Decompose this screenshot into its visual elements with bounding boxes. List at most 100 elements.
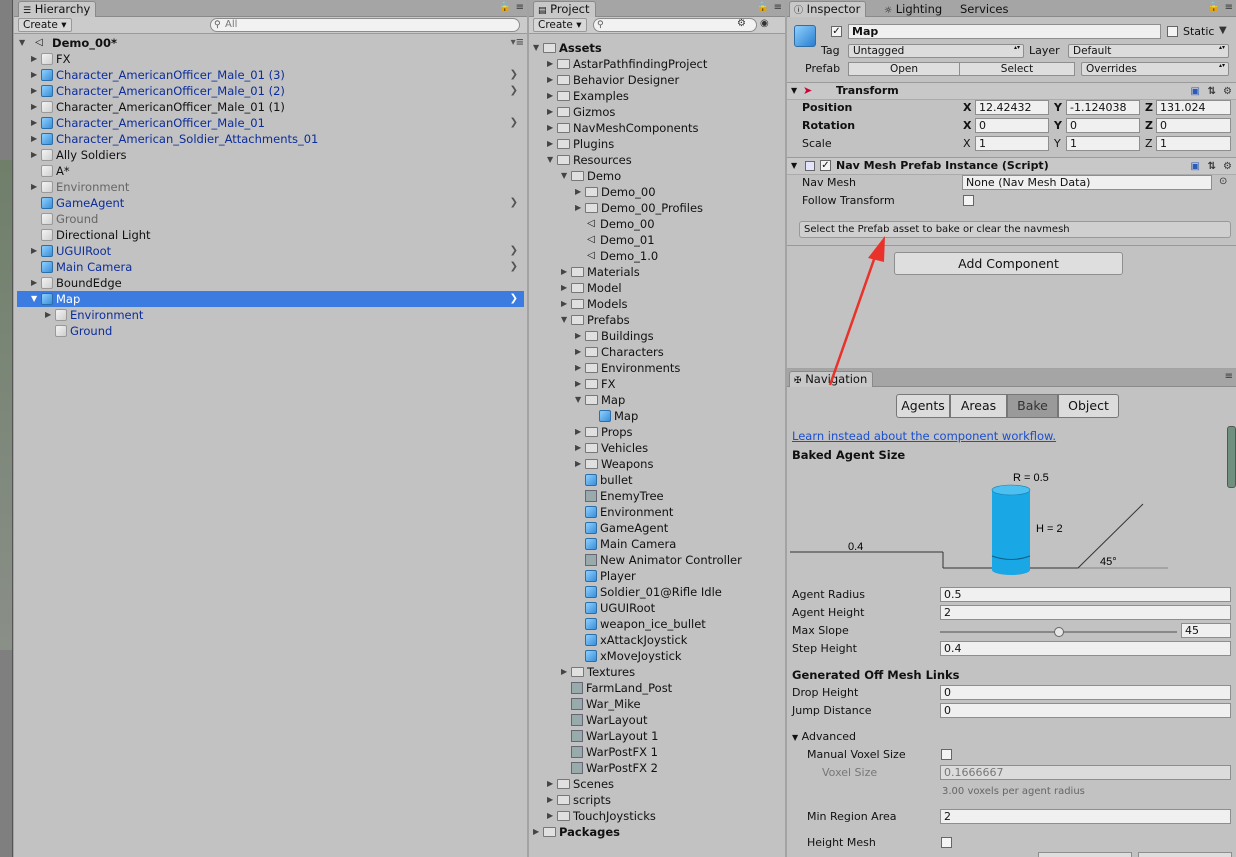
expand-triangle-icon[interactable]: ▶ — [575, 328, 585, 344]
hierarchy-item[interactable]: ▶ Character_AmericanOfficer_Male_01 (2) ❯ — [17, 83, 524, 99]
navigation-tab[interactable]: ✠ Navigation — [789, 371, 874, 387]
expand-triangle-icon[interactable]: ▼ — [575, 392, 585, 408]
collapse-triangle-icon[interactable]: ▼ — [791, 83, 797, 99]
hierarchy-item[interactable]: ▶ Character_AmericanOfficer_Male_01 (3) ❯ — [17, 67, 524, 83]
hierarchy-item[interactable]: ▶ Character_AmericanOfficer_Male_01 (1) — [17, 99, 524, 115]
menu-icon[interactable]: ≡ — [774, 2, 782, 13]
transform-header[interactable]: ▼ ➤ Transform ▣ ⇅ ⚙ — [787, 82, 1236, 100]
hierarchy-item[interactable]: ▶ Environment — [17, 179, 524, 195]
project-item[interactable]: ▶ Plugins — [533, 136, 614, 152]
expand-triangle-icon[interactable]: ▶ — [575, 200, 585, 216]
expand-triangle-icon[interactable]: ▼ — [19, 35, 29, 51]
expand-triangle-icon[interactable]: ▶ — [31, 67, 41, 83]
static-checkbox[interactable] — [1167, 26, 1178, 37]
expand-triangle-icon[interactable]: ▶ — [575, 456, 585, 472]
project-item[interactable]: ▶ Demo_00 — [533, 184, 656, 200]
hierarchy-item[interactable]: ▶ Environment — [17, 307, 524, 323]
project-item[interactable]: ▼ Demo — [533, 168, 621, 184]
project-item[interactable]: Map — [533, 408, 638, 424]
project-item[interactable]: ▼ Resources — [533, 152, 632, 168]
expand-triangle-icon[interactable]: ▶ — [31, 243, 41, 259]
min-region-field[interactable]: 2 — [940, 809, 1231, 824]
project-item[interactable]: ▼ Prefabs — [533, 312, 630, 328]
project-item[interactable]: ▶ Buildings — [533, 328, 654, 344]
project-item[interactable]: ▶ TouchJoysticks — [533, 808, 656, 824]
clear-button[interactable] — [1038, 852, 1132, 857]
project-item[interactable]: Environment — [533, 504, 673, 520]
open-prefab-chevron-icon[interactable]: ❯ — [510, 243, 518, 259]
tab-services[interactable]: Services — [955, 1, 1015, 17]
expand-triangle-icon[interactable]: ▶ — [575, 184, 585, 200]
prefab-open-button[interactable]: Open — [848, 62, 960, 76]
expand-triangle-icon[interactable]: ▶ — [561, 664, 571, 680]
follow-transform-checkbox[interactable] — [963, 195, 974, 206]
tab-lighting[interactable]: ☼ Lighting — [879, 1, 948, 17]
add-component-button[interactable]: Add Component — [894, 252, 1123, 275]
hierarchy-item[interactable]: Directional Light — [17, 227, 524, 243]
rotation-z-field[interactable]: 0 — [1156, 118, 1231, 133]
bake-button[interactable] — [1138, 852, 1232, 857]
project-item[interactable]: bullet — [533, 472, 633, 488]
component-settings-icon[interactable]: ⚙ — [1223, 159, 1232, 175]
expand-triangle-icon[interactable]: ▼ — [561, 312, 571, 328]
expand-triangle-icon[interactable]: ▶ — [561, 264, 571, 280]
menu-icon[interactable]: ≡ — [1225, 371, 1233, 382]
hierarchy-search-input[interactable]: ⚲ All — [210, 18, 520, 32]
menu-icon[interactable]: ≡ — [516, 2, 524, 13]
layer-dropdown[interactable]: Default — [1068, 44, 1229, 58]
rotation-x-field[interactable]: 0 — [975, 118, 1049, 133]
expand-triangle-icon[interactable]: ▼ — [561, 168, 571, 184]
help-icon[interactable]: ▣ — [1191, 84, 1200, 100]
project-item[interactable]: ▶ Characters — [533, 344, 664, 360]
help-icon[interactable]: ▣ — [1191, 159, 1200, 175]
expand-triangle-icon[interactable]: ▶ — [575, 424, 585, 440]
project-item[interactable]: xAttackJoystick — [533, 632, 687, 648]
expand-triangle-icon[interactable]: ▶ — [31, 147, 41, 163]
project-search-input[interactable]: ⚲ — [593, 18, 757, 32]
component-enabled-checkbox[interactable]: ✓ — [820, 160, 831, 171]
static-dropdown-icon[interactable]: ▼ — [1219, 25, 1227, 36]
expand-triangle-icon[interactable]: ▶ — [31, 99, 41, 115]
project-item[interactable]: xMoveJoystick — [533, 648, 682, 664]
project-item[interactable]: ▶ Weapons — [533, 456, 653, 472]
expand-triangle-icon[interactable]: ▶ — [31, 115, 41, 131]
project-item[interactable]: ◁ Demo_01 — [533, 232, 654, 248]
preset-icon[interactable]: ⇅ — [1208, 84, 1216, 100]
filter-type-icon[interactable]: ⚙ — [737, 18, 746, 29]
project-item[interactable]: ▶ Demo_00_Profiles — [533, 200, 703, 216]
hierarchy-item[interactable]: ▶ Character_American_Soldier_Attachments_… — [17, 131, 524, 147]
object-picker-icon[interactable]: ⊙ — [1219, 176, 1227, 187]
agent-height-field[interactable]: 2 — [940, 605, 1231, 620]
rotation-y-field[interactable]: 0 — [1066, 118, 1140, 133]
create-button[interactable]: Create ▾ — [18, 18, 72, 32]
expand-triangle-icon[interactable]: ▶ — [575, 376, 585, 392]
preset-icon[interactable]: ⇅ — [1208, 159, 1216, 175]
advanced-foldout[interactable]: ▼ Advanced — [792, 730, 856, 745]
open-prefab-chevron-icon[interactable]: ❯ — [510, 83, 518, 99]
expand-triangle-icon[interactable]: ▶ — [31, 131, 41, 147]
expand-triangle-icon[interactable]: ▼ — [547, 152, 557, 168]
expand-triangle-icon[interactable]: ▶ — [575, 360, 585, 376]
expand-triangle-icon[interactable]: ▶ — [547, 776, 557, 792]
project-item[interactable]: UGUIRoot — [533, 600, 655, 616]
hierarchy-item[interactable]: ▶ FX — [17, 51, 524, 67]
expand-triangle-icon[interactable]: ▶ — [31, 51, 41, 67]
drop-height-field[interactable]: 0 — [940, 685, 1231, 700]
scrollbar-indicator[interactable] — [1227, 426, 1236, 488]
lock-icon[interactable]: 🔒 — [1208, 2, 1220, 13]
lock-icon[interactable]: 🔒 — [757, 2, 769, 13]
project-item[interactable]: WarPostFX 2 — [533, 760, 658, 776]
position-x-field[interactable]: 12.42432 — [975, 100, 1049, 115]
expand-triangle-icon[interactable]: ▶ — [561, 296, 571, 312]
navmesh-component-header[interactable]: ▼ ✓ Nav Mesh Prefab Instance (Script) ▣ … — [787, 157, 1236, 175]
open-prefab-chevron-icon[interactable]: ❯ — [510, 195, 518, 211]
expand-triangle-icon[interactable]: ▶ — [547, 104, 557, 120]
open-prefab-chevron-icon[interactable]: ❯ — [510, 115, 518, 131]
expand-triangle-icon[interactable]: ▶ — [547, 120, 557, 136]
create-button[interactable]: Create ▾ — [533, 18, 587, 32]
expand-triangle-icon[interactable]: ▶ — [533, 824, 543, 840]
agent-radius-field[interactable]: 0.5 — [940, 587, 1231, 602]
project-item[interactable]: ▼ Assets — [533, 40, 602, 56]
hierarchy-item[interactable]: Ground — [17, 323, 524, 339]
expand-triangle-icon[interactable]: ▶ — [561, 280, 571, 296]
